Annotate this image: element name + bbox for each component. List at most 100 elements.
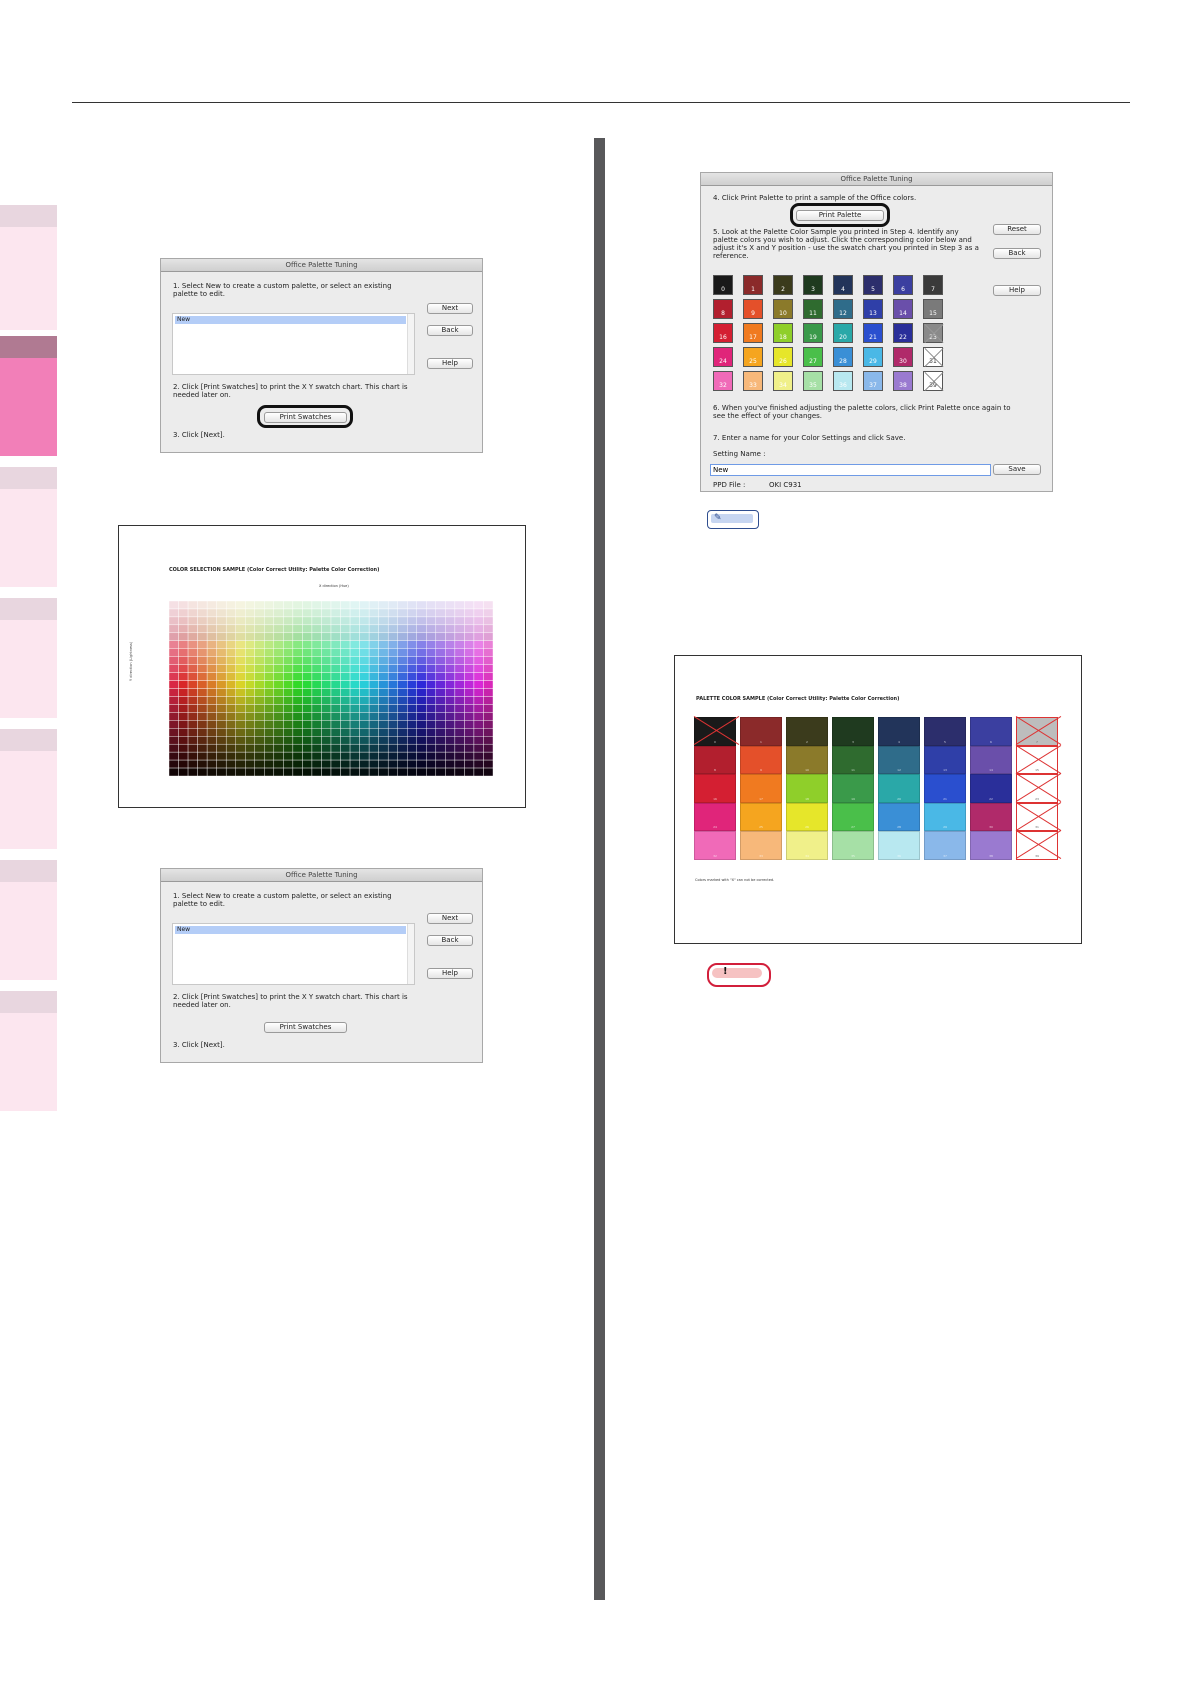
color-swatch-25[interactable]: 25 [743,347,763,367]
chapter-tab-5[interactable] [0,729,57,849]
chapter-tab-3[interactable] [0,467,57,587]
palette-list[interactable]: New [172,923,415,985]
palette-list-scrollbar[interactable] [407,314,414,374]
swatch-cell [407,616,417,626]
step3-text: 3. Click [Next]. [173,431,225,439]
swatch-cell [311,736,322,745]
color-swatch-1[interactable]: 1 [743,275,763,295]
palette-list-item-new[interactable]: New [175,926,406,934]
chapter-tab-2[interactable] [0,336,57,456]
swatch-cell [321,704,332,713]
color-swatch-14[interactable]: 14 [893,299,913,319]
setting-name-input[interactable] [710,464,991,476]
save-button[interactable]: Save [993,464,1041,475]
color-swatch-38[interactable]: 38 [893,371,913,391]
back-button[interactable]: Back [427,935,473,946]
color-swatch-36[interactable]: 36 [833,371,853,391]
swatch-cell [245,656,255,665]
swatch-cell [387,672,398,681]
help-button[interactable]: Help [427,358,473,369]
color-swatch-18[interactable]: 18 [773,323,793,343]
chapter-tab-1[interactable] [0,205,57,330]
color-swatch-37[interactable]: 37 [863,371,883,391]
print-swatches-button[interactable]: Print Swatches [264,1022,347,1033]
palette-sample-cell-12: 12 [878,745,920,774]
color-swatch-26[interactable]: 26 [773,347,793,367]
color-swatch-21[interactable]: 21 [863,323,883,343]
color-swatch-2[interactable]: 2 [773,275,793,295]
swatch-cell [340,720,351,729]
help-button[interactable]: Help [993,285,1041,296]
next-button[interactable]: Next [427,913,473,924]
swatch-cell [235,696,246,705]
swatch-cell [445,680,456,689]
swatch-cell [197,672,208,681]
swatch-cell [454,688,465,697]
color-swatch-35[interactable]: 35 [803,371,823,391]
chapter-tab-6[interactable] [0,860,57,980]
palette-sample-cell-11: 11 [832,745,874,774]
color-swatch-27[interactable]: 27 [803,347,823,367]
color-swatch-24[interactable]: 24 [713,347,733,367]
next-button[interactable]: Next [427,303,473,314]
swatch-cell [483,712,494,721]
swatch-cell [283,767,294,777]
swatch-cell [426,608,437,618]
color-swatch-3[interactable]: 3 [803,275,823,295]
swatch-cell [349,720,360,729]
color-swatch-10[interactable]: 10 [773,299,793,319]
color-swatch-33[interactable]: 33 [743,371,763,391]
swatch-cell [378,688,389,697]
swatch-cell [225,640,236,649]
swatch-cell [292,751,303,761]
swatch-cell [302,648,313,657]
color-swatch-8[interactable]: 8 [713,299,733,319]
color-swatch-32[interactable]: 32 [713,371,733,391]
color-swatch-23[interactable]: 23 [923,323,944,344]
back-button[interactable]: Back [427,325,473,336]
color-swatch-39[interactable]: 39 [923,371,944,392]
color-swatch-4[interactable]: 4 [833,275,853,295]
color-swatch-12[interactable]: 12 [833,299,853,319]
color-swatch-11[interactable]: 11 [803,299,823,319]
color-swatch-5[interactable]: 5 [863,275,883,295]
swatch-cell [330,696,341,705]
palette-list-scrollbar[interactable] [407,924,414,984]
color-swatch-6[interactable]: 6 [893,275,913,295]
color-swatch-7[interactable]: 7 [923,275,943,295]
swatch-cell [445,743,456,753]
color-swatch-34[interactable]: 34 [773,371,793,391]
color-swatch-22[interactable]: 22 [893,323,913,343]
swatch-cell [216,759,227,769]
swatch-cell [178,632,189,641]
back-button[interactable]: Back [993,248,1041,259]
swatch-cell [283,656,294,665]
swatch-cell [292,664,303,673]
chapter-tab-4[interactable] [0,598,57,718]
swatch-cell [225,664,236,673]
color-swatch-19[interactable]: 19 [803,323,823,343]
swatch-cell [426,751,437,761]
palette-sample-cell-24: 24 [694,802,736,831]
palette-list[interactable]: New [172,313,415,375]
reset-button[interactable]: Reset [993,224,1041,235]
swatch-cell [292,600,303,610]
color-swatch-30[interactable]: 30 [893,347,913,367]
help-button[interactable]: Help [427,968,473,979]
color-swatch-13[interactable]: 13 [863,299,883,319]
swatch-cell [483,600,494,610]
color-swatch-20[interactable]: 20 [833,323,853,343]
palette-list-item-new[interactable]: New [175,316,406,324]
color-swatch-28[interactable]: 28 [833,347,853,367]
color-swatch-0[interactable]: 0 [713,275,733,295]
color-swatch-17[interactable]: 17 [743,323,763,343]
color-swatch-29[interactable]: 29 [863,347,883,367]
color-swatch-31[interactable]: 31 [923,347,944,368]
swatch-cell [330,640,341,649]
color-swatch-9[interactable]: 9 [743,299,763,319]
swatch-cell [397,712,408,721]
chapter-tab-7[interactable] [0,991,57,1111]
color-swatch-16[interactable]: 16 [713,323,733,343]
swatch-cell [359,600,370,610]
color-swatch-15[interactable]: 15 [923,299,943,319]
